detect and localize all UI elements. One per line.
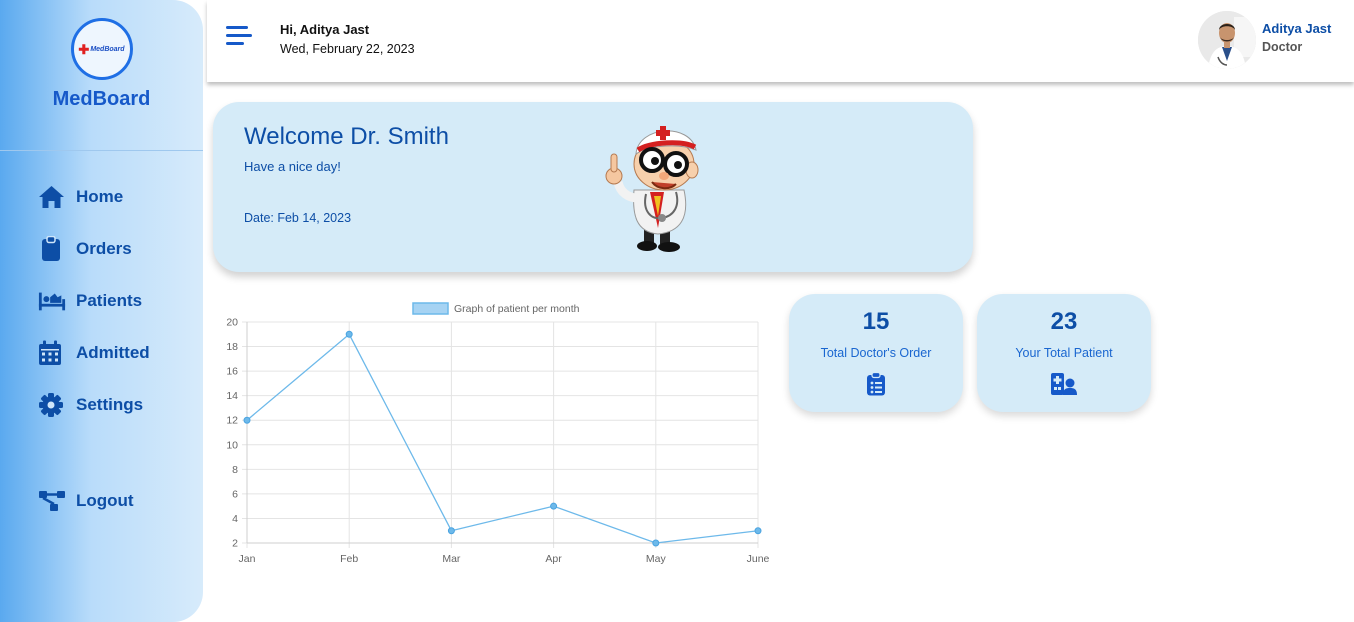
logo-badge: ✚ MedBoard bbox=[70, 18, 133, 80]
stat-card-patients[interactable]: 23 Your Total Patient bbox=[977, 294, 1151, 412]
legend-swatch[interactable] bbox=[412, 302, 449, 315]
welcome-subtitle: Have a nice day! bbox=[244, 159, 341, 174]
welcome-title: Welcome Dr. Smith bbox=[244, 123, 449, 150]
sidebar-item-label: Patients bbox=[76, 291, 143, 310]
logo-text: MedBoard bbox=[90, 45, 125, 53]
greeting-text: Hi, Aditya Jast bbox=[280, 22, 370, 37]
legend-label[interactable]: Graph of patient per month bbox=[454, 303, 580, 315]
y-tick-label: 8 bbox=[232, 464, 238, 476]
data-point[interactable] bbox=[550, 502, 558, 510]
clipboard-list-icon bbox=[867, 372, 885, 396]
home-icon bbox=[38, 184, 66, 210]
x-tick-label: Jan bbox=[239, 553, 256, 565]
y-tick-label: 2 bbox=[232, 538, 238, 550]
welcome-card: Welcome Dr. Smith Have a nice day! Date:… bbox=[213, 102, 973, 272]
menu-toggle-button[interactable] bbox=[226, 26, 252, 50]
stat-card-orders[interactable]: 15 Total Doctor's Order bbox=[789, 294, 963, 412]
sitemap-icon bbox=[38, 488, 66, 514]
x-tick-label: June bbox=[747, 553, 770, 565]
data-point[interactable] bbox=[652, 539, 660, 547]
y-tick-label: 16 bbox=[226, 366, 238, 378]
stat-value: 15 bbox=[862, 308, 890, 335]
sidebar: ✚ MedBoard MedBoard Home Orders Patients… bbox=[0, 0, 203, 622]
user-role: Doctor bbox=[1262, 40, 1303, 54]
series-line bbox=[246, 333, 759, 544]
chart-grid bbox=[242, 321, 759, 548]
x-tick-label: Feb bbox=[340, 553, 358, 565]
stat-label: Your Total Patient bbox=[1015, 346, 1113, 360]
sidebar-item-label: Orders bbox=[76, 239, 132, 258]
clipboard-icon bbox=[38, 236, 66, 262]
doctor-mascot-icon bbox=[605, 126, 699, 252]
stat-value: 23 bbox=[1050, 308, 1078, 335]
x-tick-label: Mar bbox=[442, 553, 461, 565]
medical-cross-icon: ✚ bbox=[78, 41, 90, 57]
y-tick-label: 10 bbox=[226, 439, 238, 451]
stat-label: Total Doctor's Order bbox=[820, 346, 932, 360]
chart-canvas: 2 4 6 8 10 12 14 16 18 20 Jan Feb Mar Apr May June Grap… bbox=[226, 302, 770, 566]
hospital-user-icon bbox=[1051, 373, 1077, 395]
sidebar-item-orders[interactable]: Orders bbox=[38, 234, 150, 264]
x-tick-label: May bbox=[646, 553, 667, 565]
app: ✚ MedBoard MedBoard Home Orders Patients… bbox=[0, 0, 1354, 622]
sidebar-item-home[interactable]: Home bbox=[38, 182, 150, 212]
sidebar-item-label: Settings bbox=[76, 395, 144, 414]
avatar[interactable] bbox=[1198, 11, 1256, 69]
y-tick-label: 18 bbox=[226, 341, 238, 353]
chart-legend[interactable]: Graph of patient per month bbox=[412, 302, 580, 315]
sidebar-item-label: Home bbox=[76, 187, 124, 206]
doctor-avatar-icon bbox=[1198, 11, 1256, 69]
gear-icon bbox=[38, 392, 66, 418]
data-point[interactable] bbox=[754, 527, 762, 535]
sidebar-nav: Home Orders Patients Admitted Settings bbox=[38, 182, 150, 442]
sidebar-divider bbox=[0, 150, 203, 151]
y-tick-label: 20 bbox=[226, 317, 238, 329]
data-point[interactable] bbox=[243, 416, 251, 424]
welcome-date: Date: Feb 14, 2023 bbox=[244, 211, 352, 225]
data-point[interactable] bbox=[345, 330, 353, 338]
bed-icon bbox=[38, 288, 66, 314]
calendar-icon bbox=[38, 340, 66, 366]
y-tick-label: 12 bbox=[226, 415, 238, 427]
hamburger-icon bbox=[226, 26, 248, 29]
chart-series bbox=[243, 330, 762, 547]
logo[interactable]: ✚ MedBoard MedBoard bbox=[0, 18, 203, 111]
brand-name: MedBoard bbox=[52, 88, 151, 110]
top-header: Hi, Aditya Jast Wed, February 22, 2023 A… bbox=[207, 0, 1354, 82]
current-date: Wed, February 22, 2023 bbox=[280, 42, 415, 56]
y-tick-label: 6 bbox=[232, 488, 238, 500]
y-tick-label: 14 bbox=[226, 390, 238, 402]
sidebar-item-admitted[interactable]: Admitted bbox=[38, 338, 150, 368]
y-tick-label: 4 bbox=[232, 513, 238, 525]
sidebar-item-label: Admitted bbox=[76, 343, 150, 362]
x-tick-label: Apr bbox=[545, 553, 562, 565]
user-name: Aditya Jast bbox=[1262, 21, 1332, 36]
patients-line-chart: 2 4 6 8 10 12 14 16 18 20 Jan Feb Mar Apr May June Grap… bbox=[220, 296, 776, 570]
logout-button[interactable]: Logout bbox=[38, 486, 134, 516]
sidebar-item-settings[interactable]: Settings bbox=[38, 390, 150, 420]
greeting: Hi, Aditya Jast Wed, February 22, 2023 bbox=[280, 22, 415, 56]
data-point[interactable] bbox=[447, 527, 455, 535]
logout-label: Logout bbox=[76, 491, 134, 510]
chart-axes: 2 4 6 8 10 12 14 16 18 20 Jan Feb Mar Apr May June bbox=[226, 317, 769, 566]
sidebar-item-patients[interactable]: Patients bbox=[38, 286, 150, 316]
